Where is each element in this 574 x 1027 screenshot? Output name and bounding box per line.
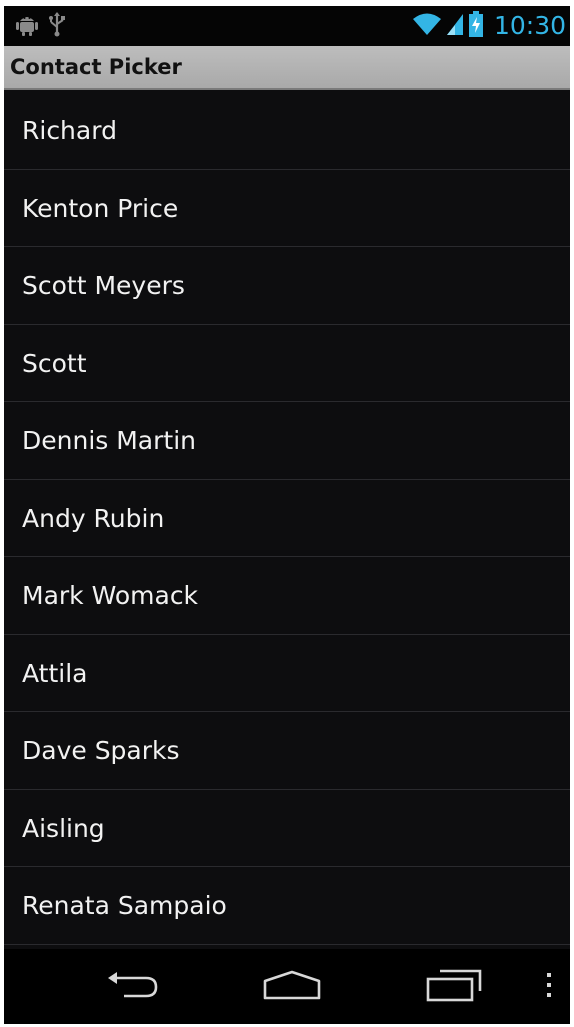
contact-item[interactable]: Attila — [4, 635, 570, 712]
contact-item[interactable]: Scott — [4, 325, 570, 402]
status-bar: 10:30 — [4, 6, 570, 46]
phone-screen: 10:30 Contact Picker Richard Kenton Pric… — [4, 6, 570, 1024]
contact-item[interactable]: Dave Sparks — [4, 712, 570, 790]
contact-name: Attila — [22, 658, 88, 688]
navigation-bar — [4, 949, 570, 1024]
usb-icon — [48, 11, 66, 41]
overflow-menu-icon — [545, 972, 553, 1002]
contact-name: Renata Sampaio — [22, 891, 227, 920]
contact-item[interactable]: Dennis Martin — [4, 402, 570, 480]
contact-name: Scott Meyers — [22, 271, 185, 300]
contact-item[interactable]: Aisling — [4, 790, 570, 867]
contact-name: Aisling — [22, 813, 105, 843]
contact-name: Kenton Price — [22, 193, 179, 223]
contact-name: Dave Sparks — [22, 736, 180, 765]
contact-item[interactable]: Richard — [4, 92, 570, 170]
battery-charging-icon — [468, 11, 484, 41]
contact-name: Dennis Martin — [22, 426, 196, 455]
contact-item[interactable]: Mark Womack — [4, 557, 570, 635]
contact-item[interactable]: Scott Meyers — [4, 247, 570, 325]
contact-name: Andy Rubin — [22, 503, 165, 533]
title-bar: Contact Picker — [4, 46, 570, 90]
page-title: Contact Picker — [10, 55, 182, 79]
back-icon — [104, 970, 160, 1004]
contact-list: Richard Kenton Price Scott Meyers Scott … — [4, 92, 570, 949]
android-debug-icon — [16, 12, 38, 40]
notification-icons — [16, 11, 66, 41]
contact-name: Mark Womack — [22, 581, 199, 610]
contact-item[interactable]: Renata Sampaio — [4, 867, 570, 945]
signal-icon — [446, 12, 464, 40]
overflow-menu-button[interactable] — [534, 949, 564, 1024]
home-icon — [260, 968, 324, 1006]
contact-name: Richard — [22, 116, 117, 145]
wifi-icon — [412, 12, 442, 40]
contact-name: Scott — [22, 348, 87, 378]
recent-apps-button[interactable] — [416, 949, 492, 1024]
contact-item[interactable]: Kenton Price — [4, 170, 570, 247]
back-button[interactable] — [94, 949, 170, 1024]
recent-apps-icon — [424, 968, 484, 1006]
system-icons: 10:30 — [412, 10, 566, 42]
status-clock: 10:30 — [493, 11, 566, 40]
home-button[interactable] — [252, 949, 332, 1024]
contact-item[interactable]: Andy Rubin — [4, 480, 570, 557]
